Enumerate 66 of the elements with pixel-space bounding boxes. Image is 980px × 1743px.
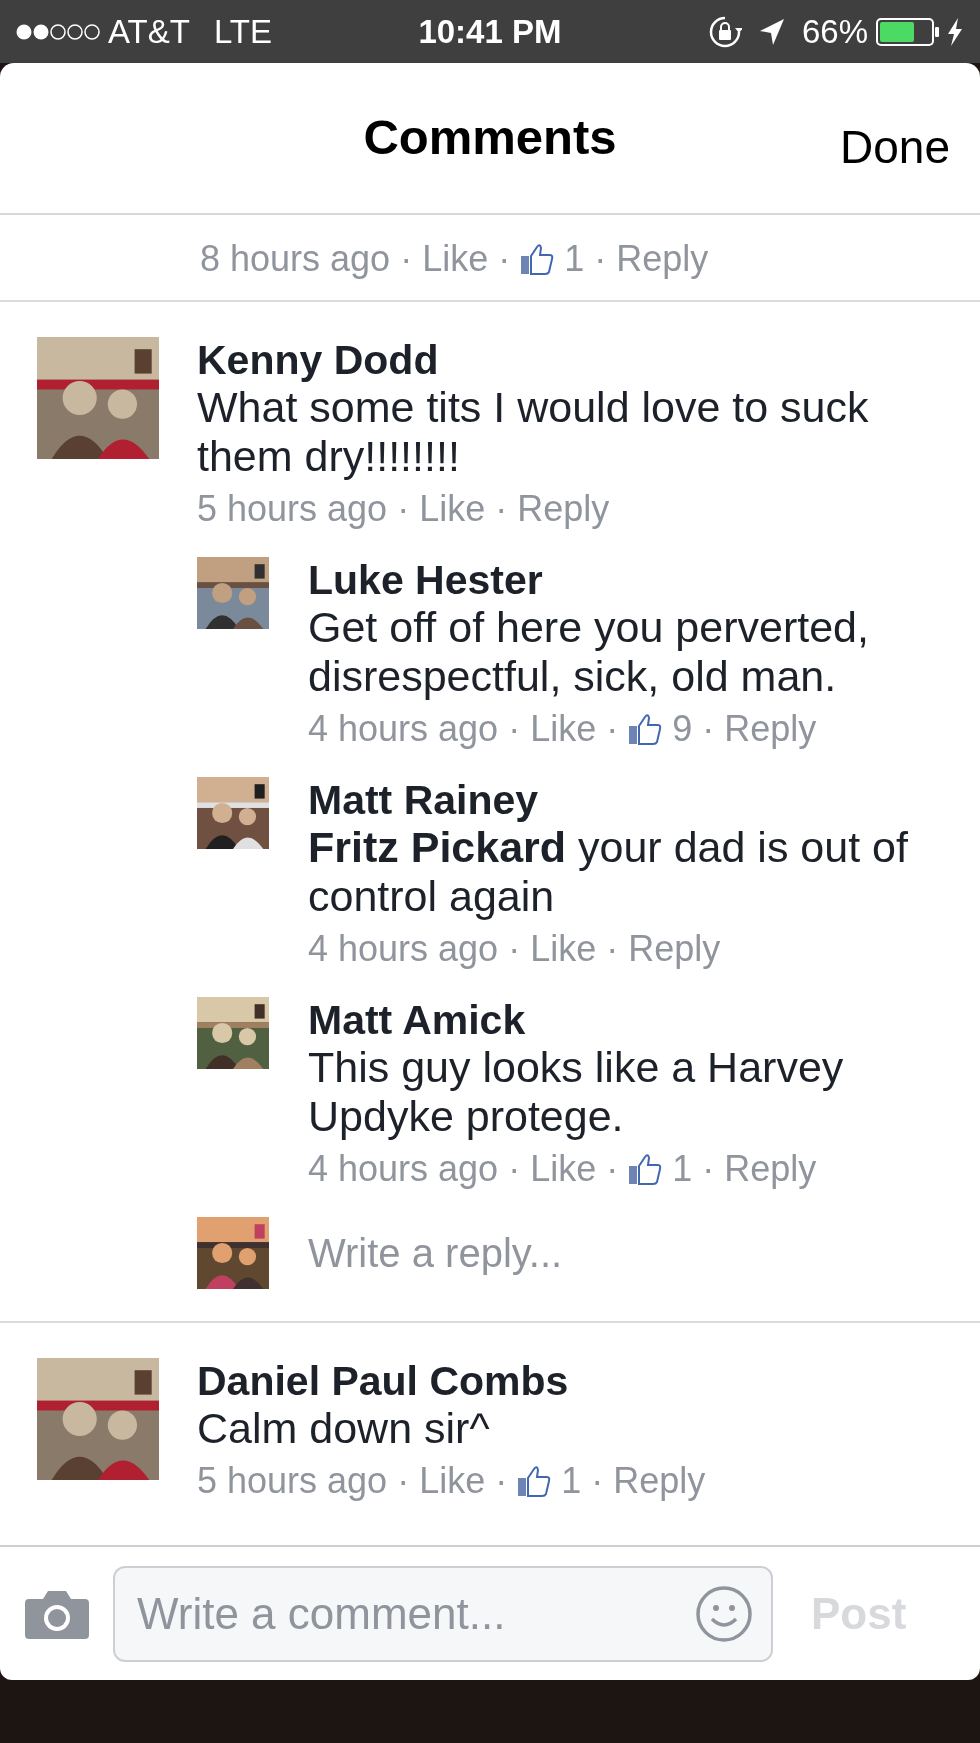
comment-time: 5 hours ago (197, 1459, 388, 1503)
battery-icon (876, 16, 942, 47)
commenter-name[interactable]: Luke Hester (308, 557, 950, 603)
thumbs-up-icon (628, 713, 663, 745)
separator-dot: · (495, 1459, 508, 1503)
reply-link[interactable]: Reply (613, 1453, 706, 1509)
comment-time: 8 hours ago (200, 237, 391, 281)
reply-field[interactable]: Write a reply... (308, 1223, 563, 1283)
comment-text: Fritz Pickard your dad is out of control again (308, 823, 909, 921)
reply-link[interactable]: Reply (517, 481, 610, 537)
separator-dot: · (495, 487, 508, 531)
separator-dot: · (400, 237, 413, 281)
like-count: 1 (564, 237, 585, 281)
comment-text: This guy looks like a Harvey Updyke protege. (308, 1043, 845, 1141)
network-type: LTE (213, 11, 272, 52)
separator-dot: · (702, 1147, 715, 1191)
charging-icon (946, 16, 964, 47)
like-link[interactable]: Like (419, 1453, 486, 1509)
comment-time: 4 hours ago (308, 1147, 499, 1191)
screen-title: Comments (363, 109, 617, 167)
like-link[interactable]: Like (530, 701, 597, 757)
reply-link[interactable]: Reply (724, 701, 817, 757)
separator-dot: · (498, 237, 511, 281)
commenter-name[interactable]: Kenny Dodd (197, 337, 950, 383)
comment-time: 5 hours ago (197, 487, 388, 531)
carrier-name: AT&T (108, 11, 190, 52)
separator-dot: · (606, 707, 619, 751)
separator-dot: · (508, 707, 521, 751)
separator-dot: · (508, 927, 521, 971)
commenter-name[interactable]: Matt Rainey (308, 777, 950, 823)
done-button[interactable]: Done (840, 113, 950, 182)
like-count: 1 (561, 1459, 582, 1503)
battery-percent: 66% (801, 11, 868, 52)
reply-link[interactable]: Reply (724, 1141, 817, 1197)
like-link[interactable]: Like (530, 1141, 597, 1197)
comment-text: Calm down sir^ (197, 1404, 491, 1453)
like-link[interactable]: Like (419, 481, 486, 537)
separator-dot: · (397, 1459, 410, 1503)
like-count: 9 (672, 707, 693, 751)
like-count: 1 (672, 1147, 693, 1191)
commenter-name[interactable]: Matt Amick (308, 997, 950, 1043)
separator-dot: · (591, 1459, 604, 1503)
like-link[interactable]: Like (530, 921, 597, 977)
commenter-name[interactable]: Daniel Paul Combs (197, 1358, 950, 1404)
comment-field[interactable]: Write a comment... (113, 1565, 773, 1662)
thumbs-up-icon (517, 1465, 552, 1497)
separator-dot: · (606, 1147, 619, 1191)
reply-link[interactable]: Reply (616, 231, 709, 287)
separator-dot: · (594, 237, 607, 281)
comment-text: Get off of here you perverted, disrespectful, sick, old man. (308, 603, 870, 701)
separator-dot: · (397, 487, 410, 531)
comment-text: What some tits I would love to suck them dry!!!!!!!! (197, 383, 870, 481)
camera-icon (25, 1588, 89, 1639)
comment-time: 4 hours ago (308, 927, 499, 971)
reply-link[interactable]: Reply (628, 921, 721, 977)
like-link[interactable]: Like (422, 231, 489, 287)
rotation-lock-icon (707, 14, 742, 49)
separator-dot: · (508, 1147, 521, 1191)
comment-time: 4 hours ago (308, 707, 499, 751)
separator-dot: · (606, 927, 619, 971)
thumbs-up-icon (628, 1153, 663, 1185)
signal-icon (16, 22, 100, 41)
separator-dot: · (702, 707, 715, 751)
thumbs-up-icon (520, 243, 555, 275)
emoji-icon (695, 1584, 753, 1643)
status-time: 10:41 PM (418, 11, 562, 52)
